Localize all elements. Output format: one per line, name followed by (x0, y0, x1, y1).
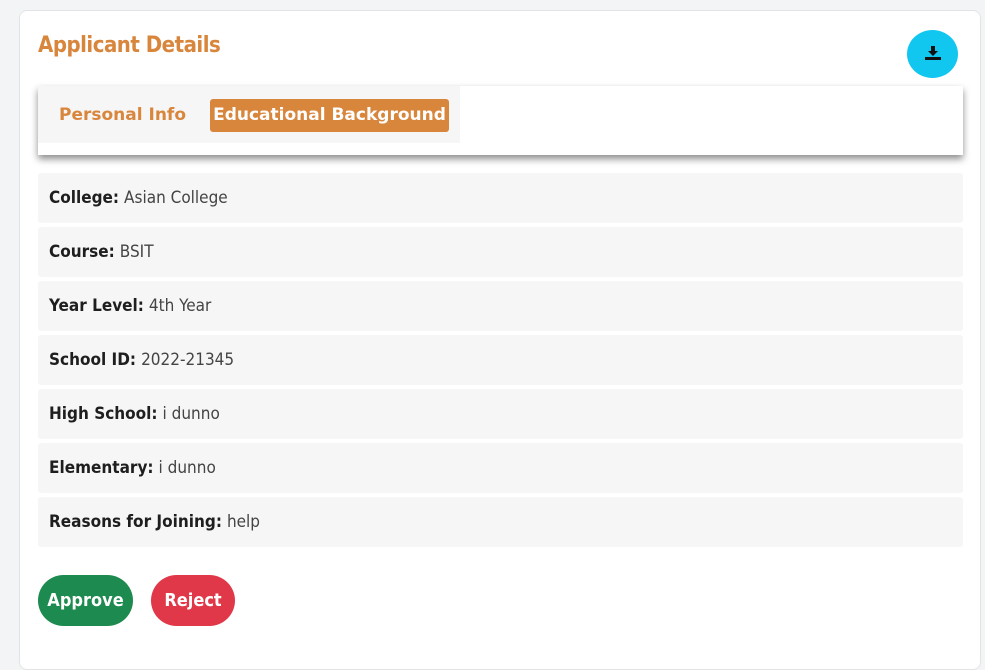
detail-value: Asian College (124, 188, 228, 208)
applicant-details-card: Applicant Details Personal Info Educatio… (19, 10, 981, 670)
detail-value: help (226, 512, 261, 532)
detail-label: College: (49, 188, 120, 208)
detail-row-college: College: Asian College (38, 173, 963, 223)
detail-row-reasons: Reasons for Joining: help (38, 497, 963, 547)
detail-value: 4th Year (148, 296, 212, 316)
approve-button[interactable]: Approve (38, 575, 133, 626)
tab-strip: Personal Info Educational Background (38, 86, 460, 143)
detail-value: BSIT (119, 242, 154, 262)
reject-button[interactable]: Reject (151, 575, 235, 626)
detail-label: Elementary: (49, 458, 154, 478)
detail-row-school-id: School ID: 2022-21345 (38, 335, 963, 385)
detail-row-year-level: Year Level: 4th Year (38, 281, 963, 331)
tab-educational-background[interactable]: Educational Background (210, 99, 449, 132)
details-list: College: Asian College Course: BSIT Year… (38, 173, 963, 551)
detail-label: School ID: (49, 350, 137, 370)
page-title: Applicant Details (38, 33, 221, 58)
download-button[interactable] (907, 30, 958, 78)
detail-row-high-school: High School: i dunno (38, 389, 963, 439)
detail-label: High School: (49, 404, 158, 424)
download-icon (924, 45, 941, 63)
tab-personal-info[interactable]: Personal Info (59, 99, 186, 132)
detail-label: Year Level: (49, 296, 144, 316)
detail-label: Reasons for Joining: (49, 512, 222, 532)
detail-value: i dunno (162, 404, 220, 424)
detail-row-elementary: Elementary: i dunno (38, 443, 963, 493)
detail-row-course: Course: BSIT (38, 227, 963, 277)
detail-value: 2022-21345 (141, 350, 235, 370)
detail-value: i dunno (158, 458, 216, 478)
tabs-bar: Personal Info Educational Background (38, 86, 963, 155)
detail-label: Course: (49, 242, 115, 262)
